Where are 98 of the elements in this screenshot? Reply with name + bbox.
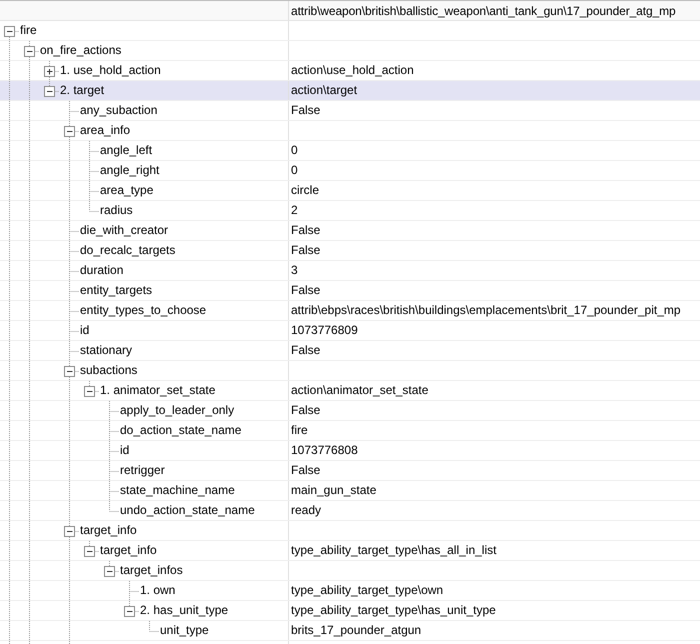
node-label: do_recalc_targets bbox=[80, 243, 176, 258]
tree-row[interactable]: area_type circle bbox=[0, 181, 700, 201]
collapse-icon[interactable] bbox=[84, 546, 95, 556]
node-value: action\use_hold_action bbox=[291, 63, 414, 78]
node-value: action\animator_set_state bbox=[291, 383, 428, 398]
collapse-icon[interactable] bbox=[4, 26, 15, 36]
node-label: entity_types_to_choose bbox=[80, 303, 206, 318]
node-value: brits_17_pounder_atgun bbox=[291, 623, 422, 638]
node-label: die_with_creator bbox=[80, 223, 168, 238]
node-label: entity_targets bbox=[80, 283, 152, 298]
node-label: 1. use_hold_action bbox=[60, 63, 161, 78]
node-label: id bbox=[120, 443, 130, 458]
node-label: on_fire_actions bbox=[40, 43, 122, 58]
tree-row[interactable]: state_machine_name main_gun_state bbox=[0, 481, 700, 501]
tree-row[interactable]: undo_action_state_name ready bbox=[0, 501, 700, 521]
node-value: False bbox=[291, 463, 320, 478]
node-value: type_ability_target_type\has_unit_type bbox=[291, 603, 496, 618]
collapse-icon[interactable] bbox=[84, 386, 95, 396]
tree-row[interactable]: fire bbox=[0, 21, 700, 41]
node-label: 2. has_unit_type bbox=[140, 603, 228, 618]
node-label: undo_action_state_name bbox=[120, 503, 255, 518]
node-label: 1. own bbox=[140, 583, 176, 598]
tree-row[interactable]: stationary False bbox=[0, 341, 700, 361]
tree-row[interactable]: 1. own type_ability_target_type\own bbox=[0, 581, 700, 601]
node-label: target_info bbox=[100, 543, 157, 558]
node-value: 3 bbox=[291, 263, 298, 278]
node-value: False bbox=[291, 223, 320, 238]
header-path: attrib\weapon\british\ballistic_weapon\anti_tank_gun\17_pounder_atg_mp bbox=[291, 4, 676, 18]
collapse-icon[interactable] bbox=[24, 46, 35, 56]
tree-row[interactable]: angle_left 0 bbox=[0, 141, 700, 161]
node-value: 0 bbox=[291, 163, 298, 178]
node-value: 0 bbox=[291, 143, 298, 158]
node-label: area_type bbox=[100, 183, 154, 198]
node-label: stationary bbox=[80, 343, 132, 358]
node-label: area_info bbox=[80, 123, 130, 138]
collapse-icon[interactable] bbox=[64, 526, 75, 536]
tree-row[interactable]: apply_to_leader_only False bbox=[0, 401, 700, 421]
node-value: fire bbox=[291, 423, 308, 438]
tree-row[interactable]: radius 2 bbox=[0, 201, 700, 221]
node-value: False bbox=[291, 403, 320, 418]
collapse-icon[interactable] bbox=[64, 366, 75, 376]
expand-icon[interactable] bbox=[44, 66, 55, 76]
tree-row[interactable]: 1. animator_set_state action\animator_set_state bbox=[0, 381, 700, 401]
node-label: duration bbox=[80, 263, 124, 278]
node-value: ready bbox=[291, 503, 322, 518]
collapse-icon[interactable] bbox=[44, 86, 55, 96]
tree-row[interactable]: entity_targets False bbox=[0, 281, 700, 301]
node-label: any_subaction bbox=[80, 103, 158, 118]
node-label: unit_type bbox=[160, 623, 209, 638]
node-value: 1073776809 bbox=[291, 323, 358, 338]
node-label: target_info bbox=[80, 523, 137, 538]
node-label: state_machine_name bbox=[120, 483, 235, 498]
tree-row[interactable]: subactions bbox=[0, 361, 700, 381]
tree-row[interactable]: area_info bbox=[0, 121, 700, 141]
node-label: fire bbox=[20, 23, 37, 38]
node-label: subactions bbox=[80, 363, 138, 378]
node-label: apply_to_leader_only bbox=[120, 403, 234, 418]
node-value: circle bbox=[291, 183, 320, 198]
node-value: action\target bbox=[291, 83, 358, 98]
node-label: radius bbox=[100, 203, 133, 218]
tree-row[interactable]: target_info type_ability_target_type\has_all_in_list bbox=[0, 541, 700, 561]
tree-row[interactable]: retrigger False bbox=[0, 461, 700, 481]
tree-row[interactable]: target_info bbox=[0, 521, 700, 541]
tree-row[interactable]: target_infos bbox=[0, 561, 700, 581]
tree-row[interactable]: do_action_state_name fire bbox=[0, 421, 700, 441]
tree-row[interactable]: 2. has_unit_type type_ability_target_type\has_unit_type bbox=[0, 601, 700, 621]
node-label: do_action_state_name bbox=[120, 423, 242, 438]
node-value: type_ability_target_type\own bbox=[291, 583, 444, 598]
node-value: 1073776808 bbox=[291, 443, 358, 458]
node-value: 2 bbox=[291, 203, 298, 218]
tree-row[interactable]: 2. target action\target bbox=[0, 81, 700, 101]
tree-row[interactable]: any_subaction False bbox=[0, 101, 700, 121]
node-value: attrib\ebps\races\british\buildings\emplacements\brit_17_pounder_pit_mp bbox=[291, 303, 681, 318]
tree-row[interactable]: id 1073776809 bbox=[0, 321, 700, 341]
node-value: False bbox=[291, 103, 320, 118]
node-label: target_infos bbox=[120, 563, 183, 578]
node-label: angle_left bbox=[100, 143, 152, 158]
tree-row[interactable]: id 1073776808 bbox=[0, 441, 700, 461]
node-label: 1. animator_set_state bbox=[100, 383, 216, 398]
node-value: False bbox=[291, 243, 320, 258]
tree-row[interactable]: entity_types_to_choose attrib\ebps\races\british\buildings\emplacements\brit_17_pounder_pit_mp bbox=[0, 301, 700, 321]
node-value: type_ability_target_type\has_all_in_list bbox=[291, 543, 496, 558]
node-value: False bbox=[291, 343, 320, 358]
tree-row[interactable]: do_recalc_targets False bbox=[0, 241, 700, 261]
node-label: angle_right bbox=[100, 163, 160, 178]
node-label: retrigger bbox=[120, 463, 165, 478]
tree-row[interactable]: on_fire_actions bbox=[0, 41, 700, 61]
node-value: main_gun_state bbox=[291, 483, 376, 498]
collapse-icon[interactable] bbox=[104, 566, 115, 576]
node-label: id bbox=[80, 323, 90, 338]
tree-row[interactable]: die_with_creator False bbox=[0, 221, 700, 241]
tree-row[interactable]: unit_type brits_17_pounder_atgun bbox=[0, 621, 700, 641]
node-label: 2. target bbox=[60, 83, 104, 98]
collapse-icon[interactable] bbox=[124, 606, 135, 616]
tree-row[interactable]: angle_right 0 bbox=[0, 161, 700, 181]
tree-row[interactable]: duration 3 bbox=[0, 261, 700, 281]
node-value: False bbox=[291, 283, 320, 298]
collapse-icon[interactable] bbox=[64, 126, 75, 136]
